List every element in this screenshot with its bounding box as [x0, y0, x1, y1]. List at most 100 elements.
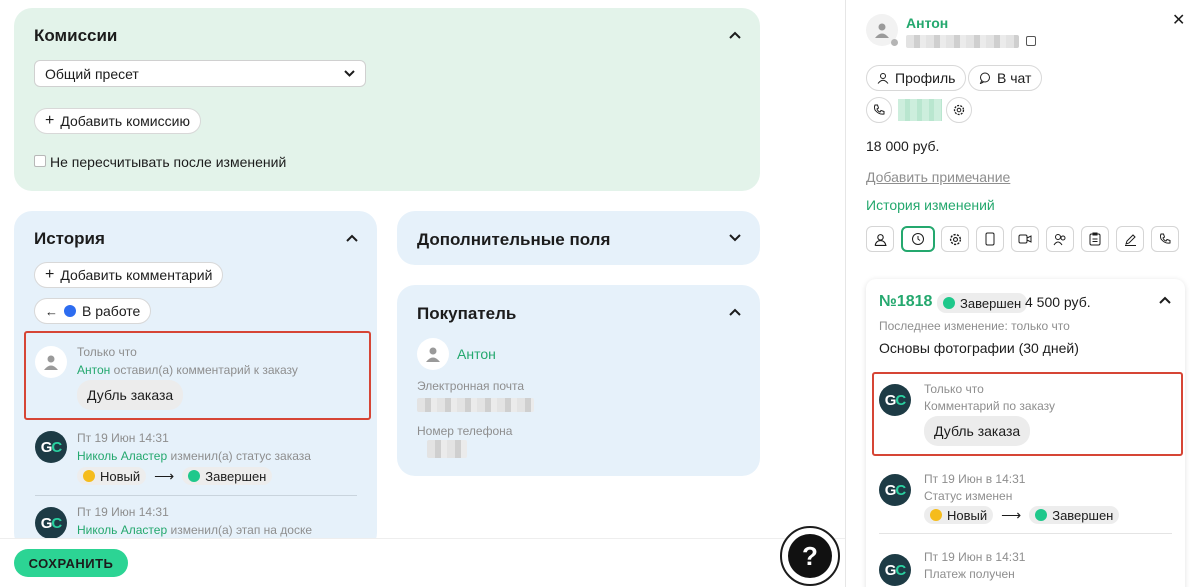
chevron-down-icon[interactable] — [726, 229, 744, 247]
toolbar-mobile-button[interactable] — [976, 226, 1004, 252]
chat-bubble-icon — [979, 72, 990, 84]
settings-button[interactable] — [946, 97, 972, 123]
chevron-down-icon — [344, 70, 355, 77]
entry-action: изменил(а) статус заказа — [170, 449, 311, 463]
phone-icon — [1160, 233, 1171, 244]
history-link[interactable]: История изменений — [866, 197, 995, 213]
toolbar-video-button[interactable] — [1011, 226, 1039, 252]
status-dot — [83, 470, 95, 482]
phone-button[interactable] — [866, 97, 892, 123]
no-recalculate-label: Не пересчитывать после изменений — [50, 154, 287, 170]
save-button-label: СОХРАНИТЬ — [28, 555, 114, 571]
add-note-link[interactable]: Добавить примечание — [866, 169, 1010, 185]
profile-button[interactable]: Профиль — [866, 65, 967, 91]
online-status-dot — [891, 39, 898, 46]
preset-select-value: Общий пресет — [45, 65, 139, 82]
history-title: История — [34, 229, 105, 248]
toolbar-phone-button[interactable] — [1151, 226, 1179, 252]
email-value-redacted — [417, 398, 534, 412]
entry-author-link[interactable]: Николь Аластер — [77, 449, 167, 463]
entry-text: Николь Аластер изменил(а) статус заказа — [77, 449, 311, 463]
event-text: Статус изменен — [924, 489, 1013, 503]
status-change: Новый ⟶ Завершен — [924, 506, 1120, 524]
status-from: Новый — [100, 468, 141, 484]
gear-icon — [949, 233, 961, 245]
right-panel: ✕ Антон Профиль В чат 18 000 руб. Добави… — [845, 0, 1200, 587]
status-dot — [188, 470, 201, 482]
user-name-link[interactable]: Антон — [906, 15, 948, 31]
extra-fields-title: Дополнительные поля — [417, 230, 611, 249]
divider — [879, 533, 1172, 534]
close-icon[interactable]: ✕ — [1172, 10, 1185, 30]
toolbar-profile-button[interactable] — [866, 226, 894, 252]
status-back-button[interactable]: ← В работе — [34, 298, 152, 324]
phone-label: Номер телефона — [417, 424, 513, 438]
buyer-card: Покупатель Антон Электронная почта Номер… — [397, 285, 760, 476]
phone-value-redacted — [427, 440, 467, 458]
chevron-up-icon[interactable] — [726, 26, 744, 44]
commissions-card: Комиссии Общий пресет + Добавить комисси… — [14, 8, 760, 191]
status-chip-done: Завершен — [182, 467, 273, 485]
status-dot — [1035, 509, 1048, 521]
status-to: Завершен — [205, 468, 267, 484]
toolbar-edit-button[interactable] — [1116, 226, 1144, 252]
add-comment-label: Добавить комментарий — [60, 267, 213, 283]
highlight-box — [24, 331, 371, 420]
save-button[interactable]: СОХРАНИТЬ — [14, 549, 128, 577]
status-dot — [943, 297, 955, 309]
status-chip-new: Новый — [924, 506, 994, 524]
phone-value-redacted — [898, 99, 942, 121]
order-product: Основы фотографии (30 дней) — [879, 340, 1079, 356]
long-arrow-icon: ⟶ — [154, 467, 175, 484]
chevron-up-icon[interactable] — [1156, 291, 1174, 309]
toolbar-users-button[interactable] — [1046, 226, 1074, 252]
status-chip-done: Завершен — [1029, 506, 1120, 524]
user-id-redacted — [906, 35, 1019, 48]
users-icon — [1053, 233, 1066, 245]
arrow-left-icon: ← — [45, 303, 58, 319]
user-icon — [875, 23, 889, 38]
order-last-change: Последнее изменение: только что — [879, 319, 1070, 333]
toolbar-clipboard-button[interactable] — [1081, 226, 1109, 252]
toolbar-settings-button[interactable] — [941, 226, 969, 252]
copy-icon[interactable] — [1026, 36, 1036, 46]
toolbar-history-button[interactable] — [901, 226, 935, 252]
gc-logo-avatar: GC — [879, 474, 911, 506]
mobile-icon — [985, 232, 995, 246]
order-status-label: Завершен — [960, 295, 1022, 311]
order-number[interactable]: №1818 — [879, 293, 932, 311]
plus-icon: + — [45, 112, 55, 129]
help-button[interactable]: ? — [780, 526, 840, 586]
pencil-icon — [1124, 233, 1136, 246]
status-label: В работе — [82, 303, 141, 319]
clipboard-icon — [1089, 232, 1101, 246]
event-time: Пт 19 Июн в 14:31 — [924, 550, 1026, 564]
gear-icon — [953, 104, 965, 116]
no-recalculate-checkbox[interactable] — [34, 155, 46, 167]
avatar — [417, 338, 449, 370]
profile-label: Профиль — [895, 70, 956, 86]
entry-text: Николь Аластер изменил(а) этап на доске — [77, 523, 312, 537]
entry-time: Пт 19 Июн 14:31 — [77, 505, 169, 519]
phone-icon — [874, 104, 885, 115]
extra-fields-card[interactable]: Дополнительные поля — [397, 211, 760, 265]
add-commission-button[interactable]: + Добавить комиссию — [34, 108, 201, 134]
chevron-up-icon[interactable] — [343, 229, 361, 247]
preset-select[interactable]: Общий пресет — [34, 60, 366, 87]
chat-button[interactable]: В чат — [968, 65, 1043, 91]
buyer-title: Покупатель — [417, 304, 517, 323]
status-dot — [930, 509, 942, 521]
question-icon: ? — [788, 534, 832, 578]
chevron-up-icon[interactable] — [726, 303, 744, 321]
plus-icon: + — [45, 266, 55, 283]
gc-logo-avatar: GC — [35, 431, 67, 463]
gc-logo-avatar: GC — [35, 507, 67, 539]
add-comment-button[interactable]: + Добавить комментарий — [34, 262, 224, 288]
gc-logo-avatar: GC — [879, 554, 911, 586]
entry-author-link[interactable]: Николь Аластер — [77, 523, 167, 537]
event-time: Пт 19 Июн в 14:31 — [924, 472, 1026, 486]
long-arrow-icon: ⟶ — [1001, 506, 1022, 523]
chat-label: В чат — [997, 70, 1032, 86]
buyer-name-link[interactable]: Антон — [457, 346, 496, 362]
video-camera-icon — [1018, 234, 1032, 244]
